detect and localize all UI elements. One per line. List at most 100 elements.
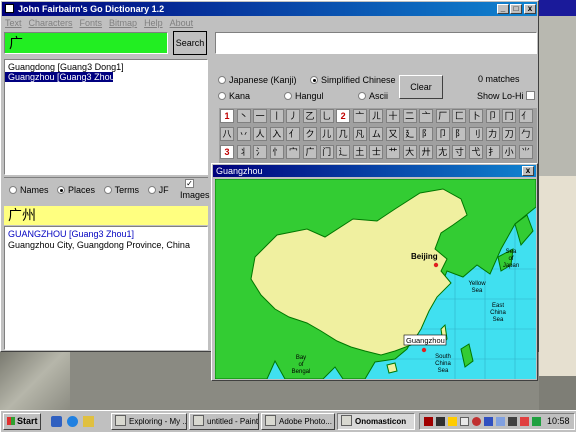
radical-cell[interactable]: 力 [485,127,500,141]
radical-cell[interactable]: 扌 [485,145,500,159]
radical-cell[interactable]: 刂 [469,127,483,141]
radical-cell[interactable]: 大 [402,145,417,159]
radio-japanese[interactable]: Japanese (Kanji) [218,73,297,87]
menu-characters[interactable]: Characters [29,18,73,28]
task-onomasticon[interactable]: Onomasticon [337,413,415,430]
tray-icon[interactable] [484,417,493,426]
show-lohi-checkbox[interactable] [526,91,535,100]
radio-simplified-chinese[interactable]: Simplified Chinese [310,73,396,87]
search-input[interactable]: 广 [4,32,168,54]
radical-cell[interactable]: 亠 [419,109,434,123]
menu-fonts[interactable]: Fonts [80,18,103,28]
radio-kana[interactable]: Kana [218,89,250,103]
radical-cell[interactable]: 宀 [286,145,301,159]
radical-cell[interactable]: 门 [319,145,334,159]
search-button[interactable]: Search [173,31,207,55]
radical-cell[interactable]: 土 [352,145,367,159]
task-paint[interactable]: untitled - Paint [189,413,259,430]
radical-cell[interactable]: 丷 [236,127,251,141]
radical-cell[interactable]: 几 [336,127,351,141]
radical-cell[interactable]: ㄦ [369,109,384,123]
radical-cell[interactable]: 丿 [286,109,301,123]
tray-icon[interactable] [532,417,541,426]
radical-cell[interactable]: 士 [369,145,384,159]
radical-cell[interactable]: 尢 [435,145,450,159]
radical-cell[interactable]: 广 [303,145,317,159]
radio-names[interactable]: Names [9,185,49,195]
start-button[interactable]: Start [3,413,41,430]
radical-cell[interactable]: ム [369,127,384,141]
tray-icon[interactable] [424,417,433,426]
radical-cell[interactable]: 入 [269,127,284,141]
ie-icon[interactable] [67,416,78,427]
minimize-button[interactable]: _ [497,4,509,14]
guangzhou-marker[interactable] [421,347,427,353]
radical-cell[interactable]: 卩 [485,109,500,123]
radical-cell[interactable]: 乙 [303,109,317,123]
radical-cell[interactable]: ク [303,127,317,141]
radical-cell[interactable]: 二 [402,109,417,123]
list-item-selected[interactable]: Guangzhou [Guang3 Zhou1] [5,72,122,82]
map-close-button[interactable]: x [522,166,534,176]
english-input[interactable] [215,32,537,54]
tray-icon[interactable] [508,417,517,426]
menu-about[interactable]: About [170,18,194,28]
radical-cell[interactable]: 丬 [236,145,251,159]
radical-cell[interactable]: 丨 [269,109,284,123]
radical-cell[interactable]: ⺌ [518,145,533,159]
radical-cell[interactable]: 氵 [253,145,268,159]
menu-help[interactable]: Help [144,18,163,28]
radio-terms[interactable]: Terms [103,185,139,195]
radical-cell[interactable]: 艹 [386,145,400,159]
radical-cell[interactable]: 丶 [236,109,251,123]
radical-cell[interactable]: 卩 [435,127,450,141]
radio-jf[interactable]: JF [147,185,169,195]
list-item[interactable]: Guangdong [Guang3 Dong1] [5,62,207,72]
radical-cell[interactable]: 勹 [518,127,533,141]
clear-button[interactable]: Clear [399,75,443,99]
radical-cell[interactable]: 一 [253,109,268,123]
radical-cell[interactable]: 卜 [469,109,483,123]
radical-cell[interactable]: 儿 [319,127,334,141]
radical-cell[interactable]: 亻 [518,109,533,123]
radical-cell[interactable]: 厂 [435,109,450,123]
menu-bitmap[interactable]: Bitmap [109,18,137,28]
menu-text[interactable]: Text [5,18,22,28]
radical-cell[interactable]: 亻 [286,127,301,141]
radio-hangul[interactable]: Hangul [284,89,324,103]
task-photoshop[interactable]: Adobe Photo... [261,413,335,430]
tray-icon[interactable] [496,417,505,426]
radical-cell[interactable]: 又 [386,127,400,141]
outlook-icon[interactable] [83,416,94,427]
radical-cell[interactable]: 匚 [452,109,467,123]
radical-cell[interactable]: 廾 [419,145,434,159]
radical-cell[interactable]: 辶 [336,145,351,159]
radical-cell[interactable]: 廴 [402,127,417,141]
radical-cell[interactable]: 阝 [452,127,467,141]
tray-icon[interactable] [472,417,481,426]
close-button[interactable]: x [524,4,536,14]
explorer-icon[interactable] [51,416,62,427]
radical-cell[interactable]: 弋 [469,145,483,159]
maximize-button[interactable]: □ [510,4,522,14]
radical-cell[interactable]: 忄 [269,145,284,159]
radical-cell[interactable]: 寸 [452,145,467,159]
radical-cell[interactable]: 乚 [319,109,334,123]
tray-icon[interactable] [520,417,529,426]
radical-cell[interactable]: 冂 [502,109,517,123]
radio-ascii[interactable]: Ascii [358,89,388,103]
tray-icon[interactable] [448,417,457,426]
tray-icon[interactable] [460,417,469,426]
radical-cell[interactable]: 小 [502,145,517,159]
tray-icon[interactable] [436,417,445,426]
images-checkbox[interactable]: ✓ [185,179,194,188]
radical-cell[interactable]: 刀 [502,127,517,141]
radical-cell[interactable]: 人 [253,127,268,141]
radical-cell[interactable]: 亠 [352,109,367,123]
beijing-marker[interactable] [433,262,439,268]
radical-cell[interactable]: 凡 [352,127,367,141]
radical-cell[interactable]: 八 [220,127,234,141]
radical-cell[interactable]: 阝 [419,127,434,141]
task-exploring[interactable]: Exploring - My ... [111,413,187,430]
radio-places[interactable]: Places [57,185,95,195]
